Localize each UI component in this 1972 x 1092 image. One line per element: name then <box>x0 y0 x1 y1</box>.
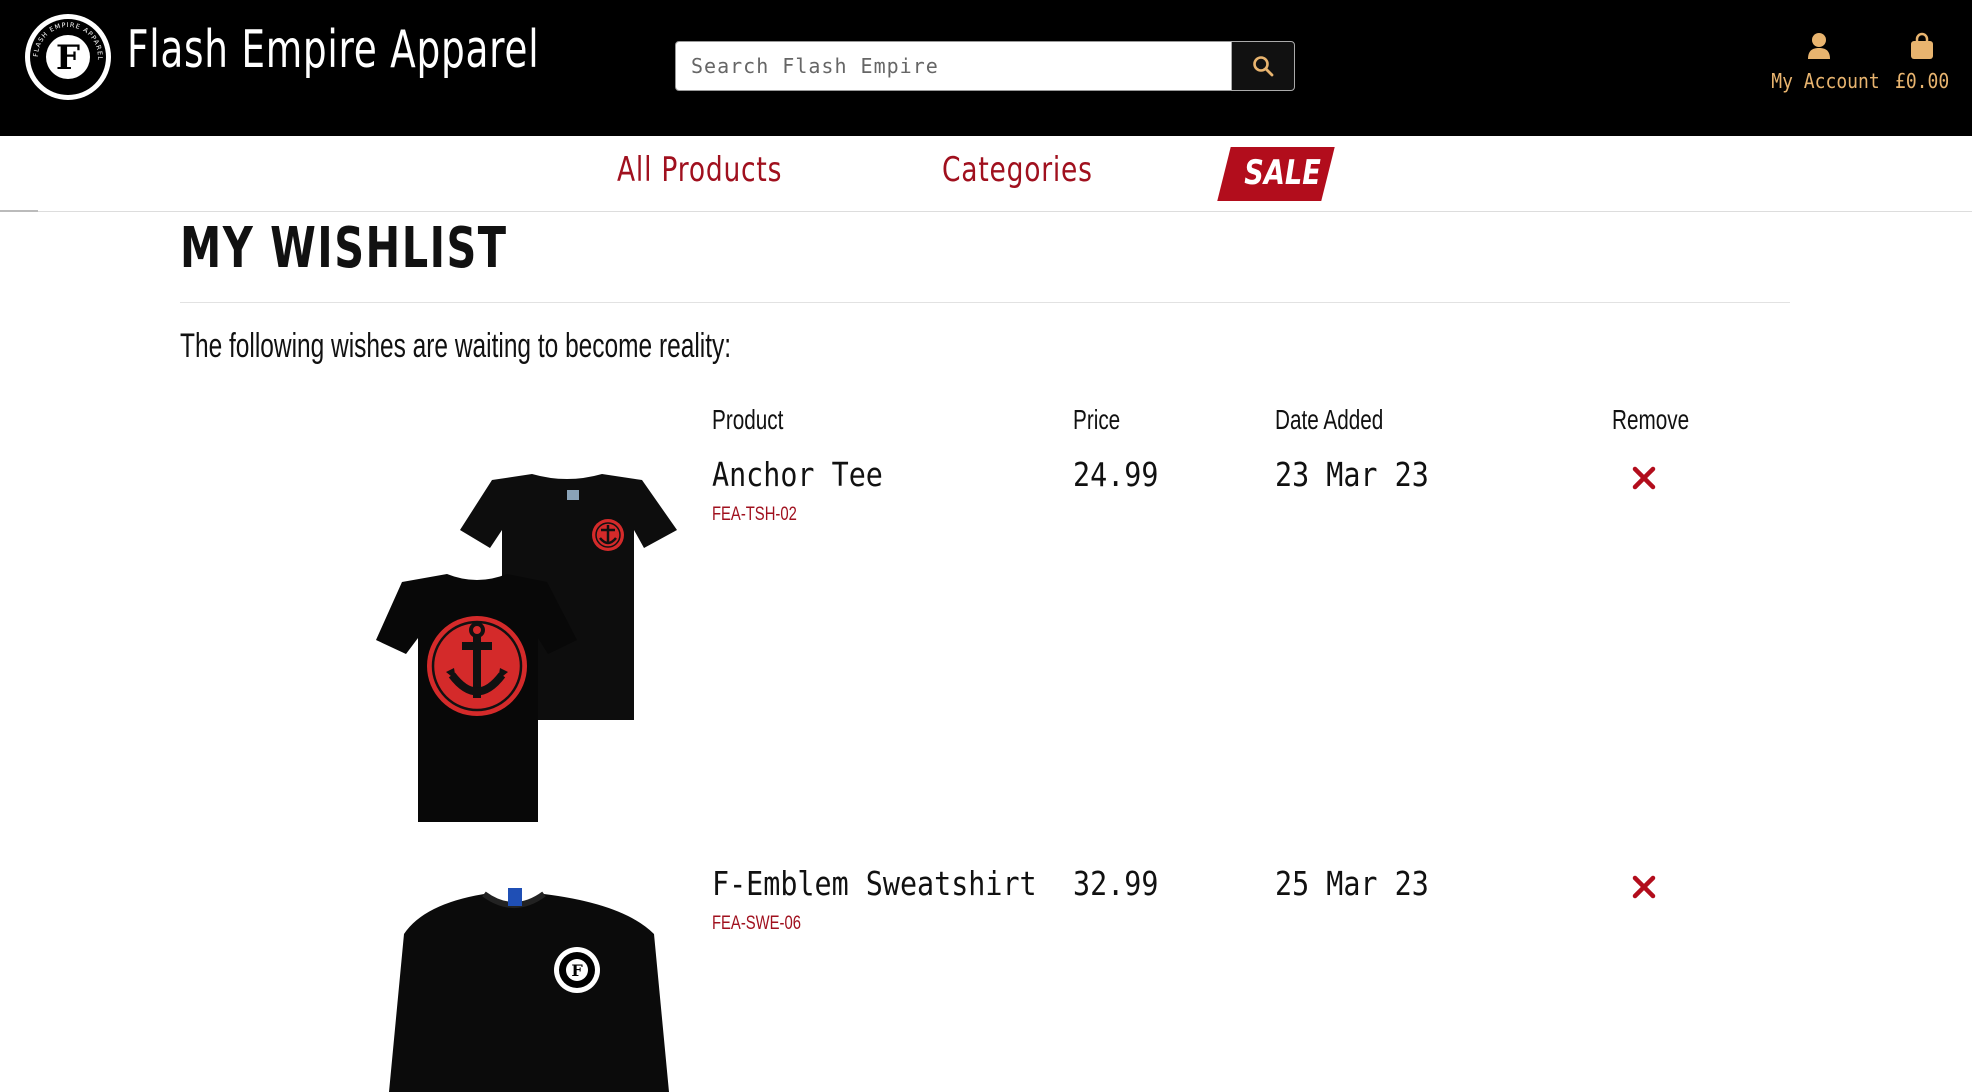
nav-categories[interactable]: Categories <box>942 150 1093 190</box>
remove-button[interactable] <box>1629 463 1659 493</box>
search-input[interactable] <box>675 41 1232 91</box>
brand-name[interactable]: Flash Empire Apparel <box>127 20 539 80</box>
svg-text:F: F <box>56 38 80 78</box>
nav-edge-line <box>0 210 38 212</box>
wishlist-intro: The following wishes are waiting to beco… <box>180 327 732 365</box>
svg-text:F: F <box>571 961 583 980</box>
nav-sale-label: SALE <box>1244 153 1321 193</box>
search-button[interactable] <box>1231 41 1295 91</box>
product-sku: FEA-TSH-02 <box>712 504 797 525</box>
close-icon <box>1632 466 1656 490</box>
product-sku: FEA-SWE-06 <box>712 913 801 934</box>
product-image-f-emblem-sweatshirt[interactable]: F <box>384 884 674 1092</box>
nav-sale[interactable]: SALE <box>1217 147 1335 201</box>
nav-all-products[interactable]: All Products <box>617 150 782 190</box>
page-title: MY WISHLIST <box>180 216 508 281</box>
cart-total: £0.00 <box>1895 69 1950 93</box>
my-account-label: My Account <box>1771 69 1880 93</box>
user-icon <box>1808 33 1830 59</box>
main-nav: All Products Categories SALE <box>0 136 1972 212</box>
product-price: 24.99 <box>1073 455 1159 494</box>
product-image-anchor-tee[interactable] <box>372 470 678 826</box>
search-bar <box>675 41 1295 91</box>
search-icon <box>1253 56 1274 77</box>
product-name[interactable]: F-Emblem Sweatshirt <box>712 864 1037 903</box>
product-name[interactable]: Anchor Tee <box>712 455 883 494</box>
col-date-added: Date Added <box>1275 404 1384 435</box>
my-account-link[interactable]: My Account <box>1766 32 1880 93</box>
col-remove: Remove <box>1612 404 1690 435</box>
site-header: F FLASH EMPIRE APPAREL Flash Empire Appa… <box>0 0 1972 136</box>
col-price: Price <box>1073 404 1121 435</box>
close-icon <box>1632 875 1656 899</box>
product-date-added: 23 Mar 23 <box>1275 455 1429 494</box>
remove-button[interactable] <box>1629 872 1659 902</box>
col-product: Product <box>712 404 784 435</box>
product-price: 32.99 <box>1073 864 1159 903</box>
cart-link[interactable]: £0.00 <box>1892 32 1952 93</box>
title-divider <box>180 302 1790 303</box>
shopping-bag-icon <box>1911 32 1933 59</box>
brand-logo[interactable]: F FLASH EMPIRE APPAREL <box>24 13 112 101</box>
product-date-added: 25 Mar 23 <box>1275 864 1429 903</box>
